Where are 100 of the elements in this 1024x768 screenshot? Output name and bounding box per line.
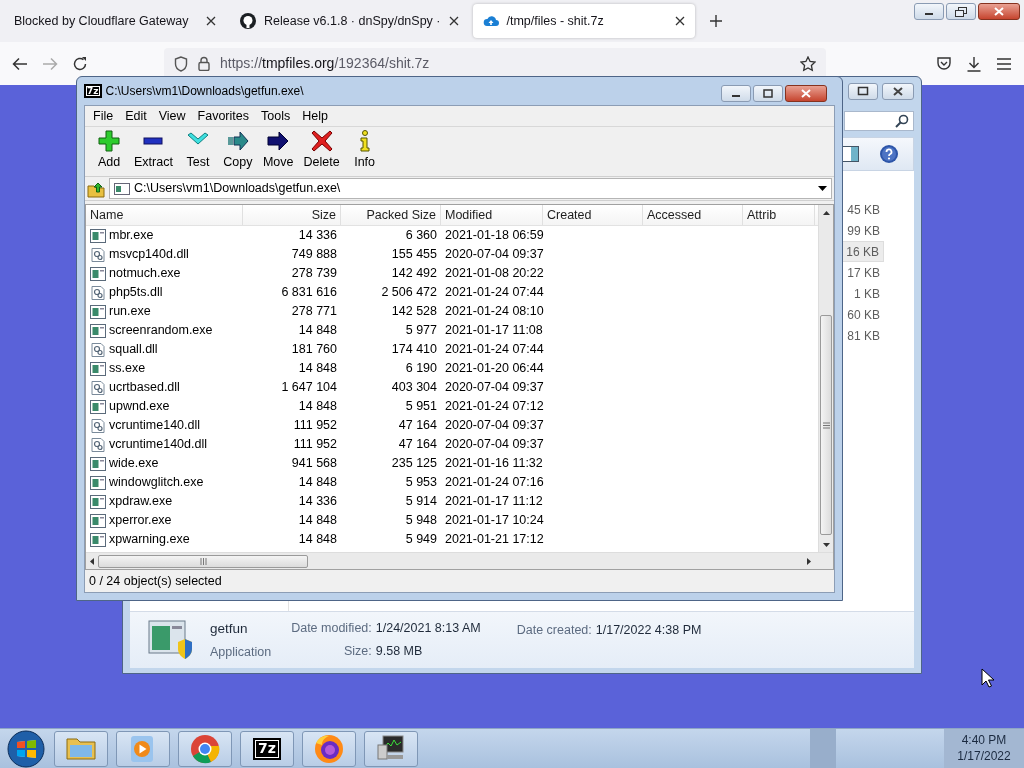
search-field[interactable] — [844, 111, 914, 131]
download-icon[interactable] — [966, 55, 982, 72]
new-tab-icon[interactable] — [708, 14, 723, 28]
column-header[interactable]: Name — [86, 205, 243, 225]
file-name-cell[interactable]: ss.exe — [86, 359, 243, 378]
taskbar-button[interactable] — [364, 730, 418, 767]
menu-item[interactable]: Edit — [119, 106, 153, 126]
table-cell-text: 749 888 — [290, 246, 338, 264]
app-logo: 7z — [253, 737, 281, 760]
file-name-cell[interactable]: vcruntime140d.dll — [86, 435, 243, 454]
column-header[interactable]: Modified — [441, 205, 543, 225]
reload-icon[interactable] — [72, 55, 88, 72]
table-cell-text: 14 336 — [297, 227, 338, 245]
file-name-cell[interactable]: xpwarning.exe — [86, 530, 243, 549]
close-button[interactable] — [785, 85, 827, 102]
menu-item[interactable]: View — [152, 106, 192, 126]
pocket-icon[interactable] — [936, 56, 952, 71]
file-name-cell[interactable]: ucrtbased.dll — [86, 378, 243, 397]
menu-item[interactable]: Favorites — [191, 106, 255, 126]
cursor-icon — [981, 668, 994, 688]
toolbar-button[interactable]: Info — [344, 130, 385, 172]
file-name-cell[interactable]: xperror.exe — [86, 511, 243, 530]
file-name-cell[interactable]: windowglitch.exe — [86, 473, 243, 492]
close-icon[interactable] — [448, 16, 459, 26]
file-name-cell[interactable]: xpdraw.exe — [86, 492, 243, 511]
menu-item[interactable]: Tools — [255, 106, 297, 126]
table-cell-text: 1 647 104 — [280, 379, 338, 397]
vertical-scrollbar[interactable] — [818, 205, 833, 552]
clock-time[interactable]: 4:40 PM — [961, 732, 1007, 749]
menu-item[interactable]: File — [87, 106, 120, 126]
file-name-cell[interactable]: vcruntime140.dll — [86, 416, 243, 435]
browser-tab[interactable]: /tmp/files - shit.7z — [472, 4, 695, 38]
scroll-thumb[interactable] — [820, 315, 832, 535]
field-value: 9.58 MB — [375, 643, 424, 660]
horizontal-scrollbar[interactable] — [86, 552, 833, 569]
clock-date[interactable]: 1/17/2022 — [957, 748, 1011, 765]
table-cell-text: 2021-01-17 10:24 — [444, 512, 543, 530]
minimize-button[interactable] — [721, 85, 751, 102]
table-cell-text: 14 336 — [297, 493, 338, 511]
close-icon[interactable] — [674, 16, 685, 26]
file-name-cell[interactable]: wide.exe — [86, 454, 243, 473]
file-name-cell[interactable]: notmuch.exe — [86, 264, 243, 283]
toolbar-button[interactable]: Test — [177, 130, 218, 172]
table-cell-text: 403 304 — [390, 379, 438, 397]
table-cell-text: 181 760 — [290, 341, 338, 359]
toolbar-button[interactable]: Copy — [217, 130, 258, 172]
menu-item[interactable]: Help — [296, 106, 334, 126]
toolbar-button[interactable]: Delete — [298, 130, 345, 172]
star-icon[interactable] — [800, 55, 816, 72]
scroll-left-icon — [90, 557, 94, 565]
column-header[interactable]: Size — [243, 205, 341, 225]
library-file-icon — [90, 437, 106, 452]
file-name-cell[interactable]: run.exe — [86, 302, 243, 321]
back-icon[interactable] — [12, 56, 28, 71]
table-cell-text: 2021-01-24 07:44 — [444, 284, 543, 302]
table-cell-text: 142 528 — [390, 303, 438, 321]
file-type: Application — [210, 643, 272, 661]
file-name-cell[interactable]: squall.dll — [86, 340, 243, 359]
browser-tab[interactable]: Blocked by Cloudflare Gateway — [4, 4, 226, 38]
table-cell-text: 14 848 — [297, 398, 338, 416]
restore-button[interactable] — [946, 3, 976, 20]
close-button[interactable] — [882, 82, 914, 100]
restore-icon — [955, 6, 967, 17]
table-cell-text: 2021-01-24 07:12 — [444, 398, 543, 416]
field-label: Date modified: — [291, 620, 372, 638]
column-header[interactable]: Attrib — [743, 205, 815, 225]
taskbar-button[interactable]: 7z — [240, 730, 294, 767]
taskbar-button[interactable] — [302, 730, 356, 767]
restore-button[interactable] — [848, 82, 878, 100]
column-header[interactable]: Accessed — [643, 205, 743, 225]
help-icon[interactable] — [879, 144, 899, 164]
library-file-icon — [90, 285, 106, 300]
browser-tab[interactable]: Release v6.1.8 · dnSpy/dnSpy · — [230, 4, 469, 38]
file-name-cell[interactable]: msvcp140d.dll — [86, 245, 243, 264]
minimize-button[interactable] — [914, 3, 944, 20]
table-cell-text: 2020-07-04 09:37 — [444, 246, 543, 264]
column-header[interactable]: Packed Size — [341, 205, 441, 225]
toolbar-button[interactable]: Extract — [129, 130, 178, 172]
file-name-cell[interactable]: upwnd.exe — [86, 397, 243, 416]
field-value: 1/24/2021 8:13 AM — [375, 620, 481, 638]
toolbar-button[interactable]: Move — [257, 130, 299, 172]
toolbar-button[interactable]: Add — [89, 130, 129, 172]
maximize-button[interactable] — [753, 85, 783, 102]
table-cell-text: 2020-07-04 09:37 — [444, 379, 543, 397]
table-cell-text: 5 914 — [404, 493, 438, 511]
close-button[interactable] — [978, 3, 1020, 20]
menu-icon[interactable] — [996, 56, 1012, 71]
arrow-right-icon — [267, 130, 290, 153]
grip-icon — [199, 557, 207, 565]
path-field[interactable]: C:\Users\vm1\Downloads\getfun.exe\ — [109, 178, 832, 199]
scroll-thumb[interactable] — [98, 554, 308, 568]
table-cell-text: 5 953 — [404, 474, 438, 492]
table-cell-text: 2021-01-17 11:08 — [444, 322, 543, 340]
close-icon[interactable] — [206, 16, 216, 26]
file-name-cell[interactable]: php5ts.dll — [86, 283, 243, 302]
start-button-icon[interactable] — [6, 728, 46, 768]
file-name-cell[interactable]: screenrandom.exe — [86, 321, 243, 340]
table-cell-text: 47 164 — [397, 417, 438, 435]
column-header[interactable]: Created — [543, 205, 643, 225]
file-name-cell[interactable]: mbr.exe — [86, 226, 243, 245]
